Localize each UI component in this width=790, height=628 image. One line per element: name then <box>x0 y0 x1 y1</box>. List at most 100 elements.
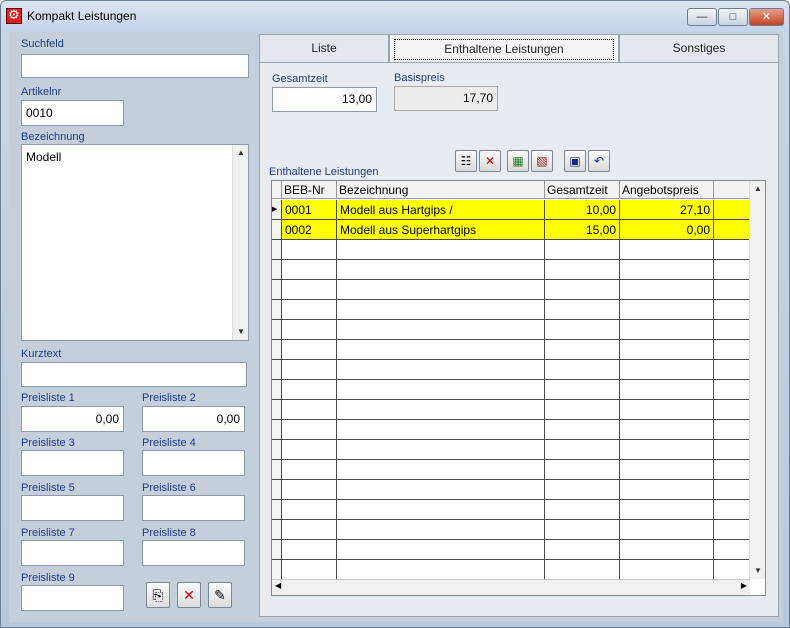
cell-beb-nr[interactable] <box>282 320 337 340</box>
cell-beb-nr[interactable] <box>282 460 337 480</box>
preisliste-5-input[interactable] <box>21 495 124 521</box>
cell-bezeichnung[interactable] <box>337 380 545 400</box>
preisliste-2-input[interactable]: 0,00 <box>142 406 245 432</box>
cell-gesamtzeit[interactable] <box>545 300 620 320</box>
cell-angebotspreis[interactable] <box>620 280 714 300</box>
cell-extra[interactable] <box>714 340 750 360</box>
cell-angebotspreis[interactable] <box>620 540 714 560</box>
cell-extra[interactable] <box>714 540 750 560</box>
cell-angebotspreis[interactable] <box>620 440 714 460</box>
cell-extra[interactable] <box>714 460 750 480</box>
cell-gesamtzeit[interactable]: 10,00 <box>545 200 620 220</box>
cell-extra[interactable] <box>714 360 750 380</box>
cell-bezeichnung[interactable] <box>337 260 545 280</box>
cell-extra[interactable] <box>714 300 750 320</box>
undo-button[interactable]: ↶ <box>588 150 610 172</box>
cell-angebotspreis[interactable] <box>620 300 714 320</box>
cell-angebotspreis[interactable] <box>620 520 714 540</box>
cell-angebotspreis[interactable] <box>620 240 714 260</box>
cell-extra[interactable] <box>714 400 750 420</box>
cell-gesamtzeit[interactable] <box>545 320 620 340</box>
cell-beb-nr[interactable] <box>282 560 337 580</box>
save-button[interactable]: ▣ <box>564 150 586 172</box>
cell-extra[interactable] <box>714 240 750 260</box>
preisliste-8-input[interactable] <box>142 540 245 566</box>
cell-extra[interactable] <box>714 520 750 540</box>
cell-beb-nr[interactable] <box>282 360 337 380</box>
header-angebotspreis[interactable]: Angebotspreis <box>620 181 714 199</box>
empty-row[interactable] <box>272 460 750 480</box>
preisliste-3-input[interactable] <box>21 450 124 476</box>
cell-beb-nr[interactable] <box>282 400 337 420</box>
leistungen-grid[interactable]: BEB-Nr Bezeichnung Gesamtzeit Angebotspr… <box>271 180 766 596</box>
cell-gesamtzeit[interactable] <box>545 440 620 460</box>
delete-button[interactable]: ✕ <box>177 582 201 608</box>
empty-row[interactable] <box>272 440 750 460</box>
cell-bezeichnung[interactable] <box>337 400 545 420</box>
calc-button-2[interactable]: ▧ <box>531 150 553 172</box>
cell-beb-nr[interactable] <box>282 240 337 260</box>
copy-button[interactable]: ⎘ <box>146 582 170 608</box>
cell-bezeichnung[interactable] <box>337 360 545 380</box>
cell-extra[interactable] <box>714 200 750 220</box>
cell-bezeichnung[interactable] <box>337 500 545 520</box>
cell-beb-nr[interactable] <box>282 280 337 300</box>
empty-row[interactable] <box>272 500 750 520</box>
cell-extra[interactable] <box>714 500 750 520</box>
tree-button[interactable]: ☷ <box>455 150 477 172</box>
preisliste-4-input[interactable] <box>142 450 245 476</box>
cell-extra[interactable] <box>714 260 750 280</box>
tab-sonstiges[interactable]: Sonstiges <box>619 34 779 62</box>
cell-angebotspreis[interactable] <box>620 360 714 380</box>
empty-row[interactable] <box>272 240 750 260</box>
cell-bezeichnung[interactable] <box>337 480 545 500</box>
cell-gesamtzeit[interactable] <box>545 480 620 500</box>
cell-gesamtzeit[interactable] <box>545 280 620 300</box>
empty-row[interactable] <box>272 540 750 560</box>
cell-bezeichnung[interactable] <box>337 240 545 260</box>
cell-bezeichnung[interactable] <box>337 440 545 460</box>
cell-gesamtzeit[interactable] <box>545 500 620 520</box>
empty-row[interactable] <box>272 380 750 400</box>
cell-angebotspreis[interactable] <box>620 500 714 520</box>
artikelnr-input[interactable]: 0010 <box>21 100 124 126</box>
cell-bezeichnung[interactable] <box>337 540 545 560</box>
empty-row[interactable] <box>272 320 750 340</box>
calc-button-1[interactable]: ▦ <box>507 150 529 172</box>
scroll-down-icon[interactable]: ▼ <box>233 324 249 340</box>
cell-angebotspreis[interactable] <box>620 420 714 440</box>
preisliste-9-input[interactable] <box>21 585 124 611</box>
cell-gesamtzeit[interactable] <box>545 340 620 360</box>
maximize-button[interactable]: □ <box>718 8 748 26</box>
cell-extra[interactable] <box>714 560 750 580</box>
cell-gesamtzeit[interactable] <box>545 240 620 260</box>
empty-row[interactable] <box>272 280 750 300</box>
cell-beb-nr[interactable] <box>282 300 337 320</box>
cell-bezeichnung[interactable] <box>337 340 545 360</box>
scroll-up-icon[interactable]: ▲ <box>233 145 249 161</box>
table-row[interactable]: 0002 Modell aus Superhartgips 15,00 0,00 <box>272 220 750 240</box>
cell-gesamtzeit[interactable] <box>545 260 620 280</box>
cell-gesamtzeit[interactable] <box>545 560 620 580</box>
preisliste-6-input[interactable] <box>142 495 245 521</box>
cell-extra[interactable] <box>714 420 750 440</box>
empty-row[interactable] <box>272 260 750 280</box>
cell-gesamtzeit[interactable] <box>545 360 620 380</box>
cell-bezeichnung[interactable] <box>337 520 545 540</box>
scroll-right-icon[interactable]: ▶ <box>741 581 747 590</box>
empty-row[interactable] <box>272 340 750 360</box>
cell-bezeichnung[interactable] <box>337 280 545 300</box>
preisliste-1-input[interactable]: 0,00 <box>21 406 124 432</box>
cell-beb-nr[interactable] <box>282 500 337 520</box>
cell-extra[interactable] <box>714 440 750 460</box>
cell-gesamtzeit[interactable] <box>545 520 620 540</box>
empty-row[interactable] <box>272 480 750 500</box>
grid-vscrollbar[interactable]: ▲ ▼ <box>749 181 765 579</box>
empty-row[interactable] <box>272 400 750 420</box>
cell-bezeichnung[interactable] <box>337 460 545 480</box>
cell-angebotspreis[interactable]: 0,00 <box>620 220 714 240</box>
grid-hscrollbar[interactable]: ◀ ▶ <box>272 579 750 595</box>
kurztext-input[interactable] <box>21 362 247 387</box>
suchfeld-input[interactable] <box>21 54 249 78</box>
cell-gesamtzeit[interactable] <box>545 540 620 560</box>
